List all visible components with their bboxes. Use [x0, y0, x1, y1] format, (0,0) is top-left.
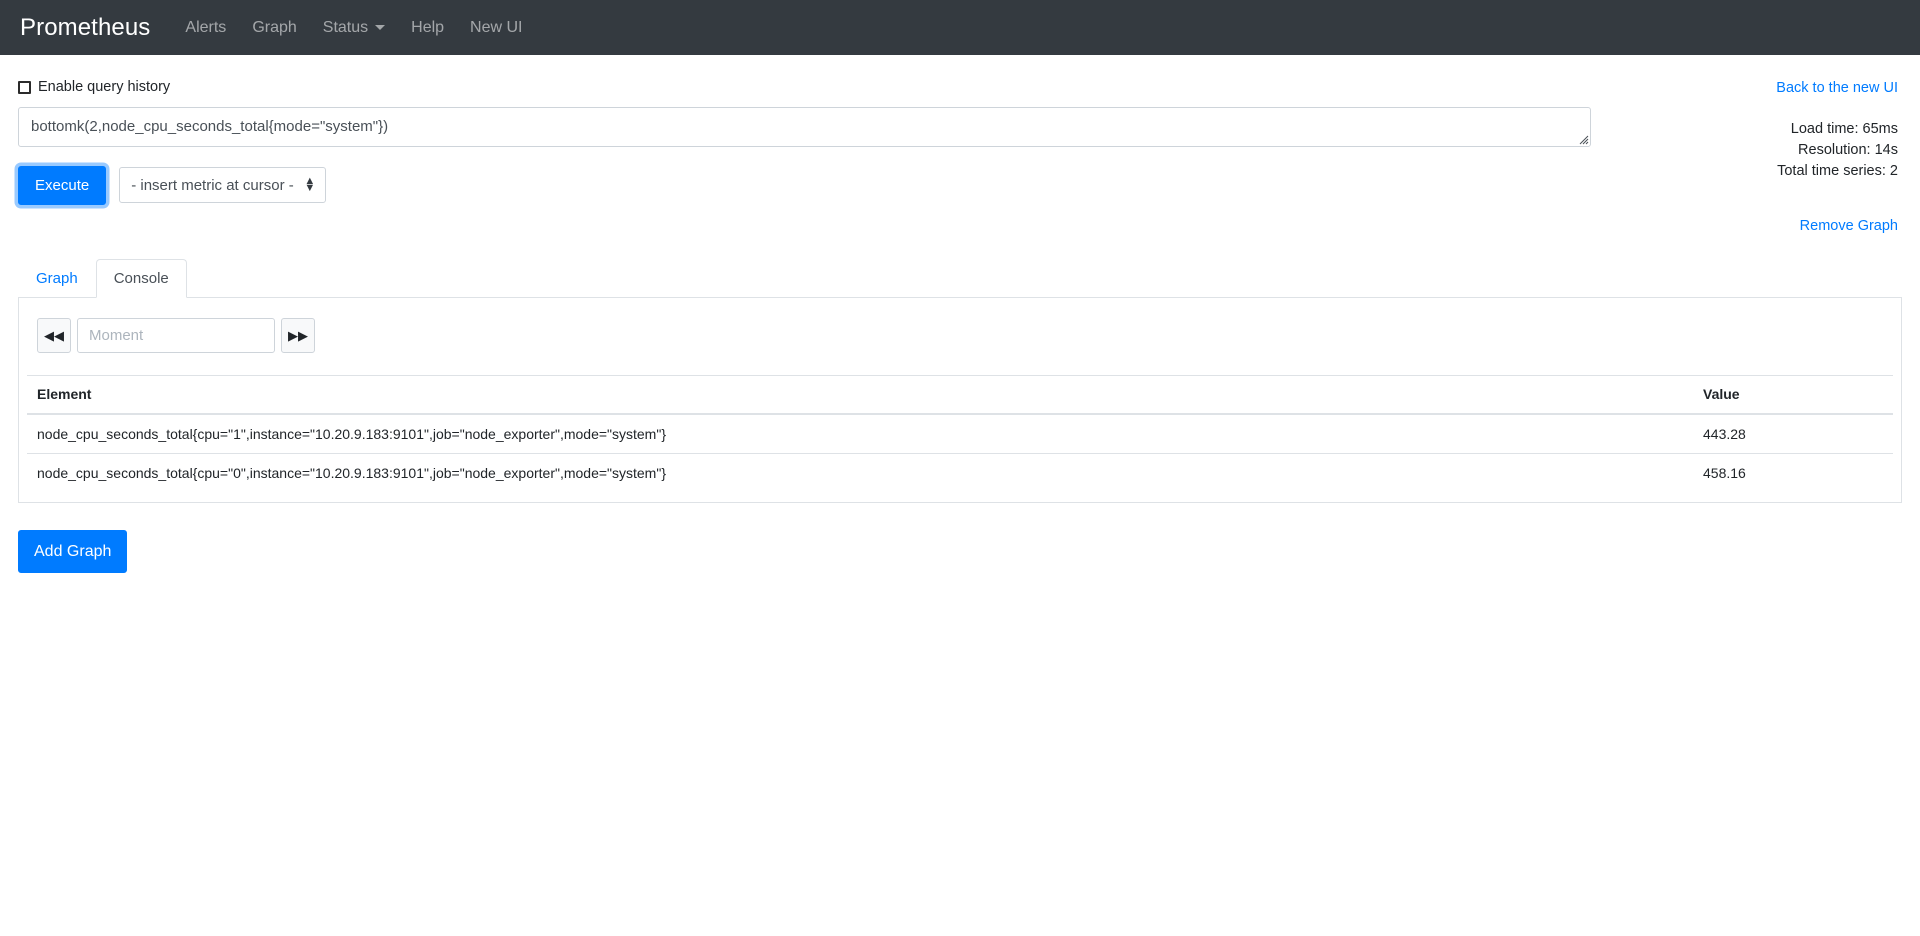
moment-input[interactable] [77, 318, 275, 353]
cell-element: node_cpu_seconds_total{cpu="0",instance=… [27, 453, 1693, 492]
column-header-element: Element [27, 375, 1693, 415]
console-panel: ◀◀ ▶▶ Element Value node_cpu_seconds_tot… [18, 298, 1902, 503]
tab-graph[interactable]: Graph [18, 259, 96, 298]
column-header-value: Value [1693, 375, 1893, 415]
nav-link-new-ui[interactable]: New UI [457, 11, 535, 45]
nav-link-graph[interactable]: Graph [239, 11, 309, 45]
back-to-new-ui-link[interactable]: Back to the new UI [1776, 80, 1898, 96]
add-graph-button[interactable]: Add Graph [18, 530, 128, 574]
execute-row: Execute - insert metric at cursor - ▲ ▼ [18, 165, 1591, 205]
query-info-column: Back to the new UI Load time: 65ms Resol… [1591, 55, 1902, 235]
remove-graph-wrapper: Remove Graph [1591, 217, 1898, 235]
nav-links: Alerts Graph Status Help New UI [172, 11, 535, 45]
nav-link-help[interactable]: Help [398, 11, 457, 45]
brand-logo[interactable]: Prometheus [18, 14, 150, 42]
tab-console[interactable]: Console [95, 259, 187, 298]
load-time-text: Load time: 65ms [1790, 121, 1898, 137]
cell-value: 458.16 [1693, 453, 1893, 492]
nav-dropdown-status-label: Status [322, 18, 369, 36]
table-row[interactable]: node_cpu_seconds_total{cpu="1",instance=… [27, 413, 1893, 454]
query-expression-input[interactable] [18, 106, 1591, 147]
execute-button[interactable]: Execute [18, 165, 107, 205]
enable-query-history-label[interactable]: Enable query history [38, 80, 170, 95]
moment-controls: ◀◀ ▶▶ [37, 318, 1893, 353]
step-backward-button[interactable]: ◀◀ [37, 318, 71, 353]
results-header-row: Element Value [27, 375, 1893, 415]
cell-element: node_cpu_seconds_total{cpu="1",instance=… [27, 413, 1693, 454]
result-tabs-section: Graph Console ◀◀ ▶▶ Element Value node_ [18, 259, 1902, 503]
table-row[interactable]: node_cpu_seconds_total{cpu="0",instance=… [27, 453, 1893, 492]
navbar: Prometheus Alerts Graph Status Help New … [0, 0, 1920, 55]
page-content: Enable query history Execute - insert me… [0, 55, 1920, 574]
metric-select-wrapper: - insert metric at cursor - ▲ ▼ [106, 167, 327, 203]
resolution-text: Resolution: 14s [1798, 142, 1898, 158]
remove-graph-link[interactable]: Remove Graph [1800, 218, 1898, 234]
enable-query-history-row: Enable query history [18, 55, 1591, 95]
nav-dropdown-status[interactable]: Status [310, 11, 398, 45]
step-forward-button[interactable]: ▶▶ [281, 318, 315, 353]
results-table-body: node_cpu_seconds_total{cpu="1",instance=… [27, 413, 1893, 492]
query-left-column: Enable query history Execute - insert me… [18, 55, 1591, 205]
enable-query-history-checkbox[interactable] [18, 80, 31, 94]
results-table-head: Element Value [27, 375, 1893, 415]
total-time-series-text: Total time series: 2 [1777, 163, 1898, 179]
tab-list: Graph Console [18, 259, 1902, 298]
nav-link-alerts[interactable]: Alerts [172, 11, 239, 45]
query-input-wrapper [18, 106, 1591, 147]
chevron-down-icon [375, 25, 386, 30]
query-stats: Load time: 65ms Resolution: 14s Total ti… [1591, 119, 1898, 182]
results-table: Element Value node_cpu_seconds_total{cpu… [27, 375, 1893, 492]
cell-value: 443.28 [1693, 413, 1893, 454]
query-section: Enable query history Execute - insert me… [18, 55, 1902, 235]
insert-metric-select[interactable]: - insert metric at cursor - [119, 167, 327, 203]
